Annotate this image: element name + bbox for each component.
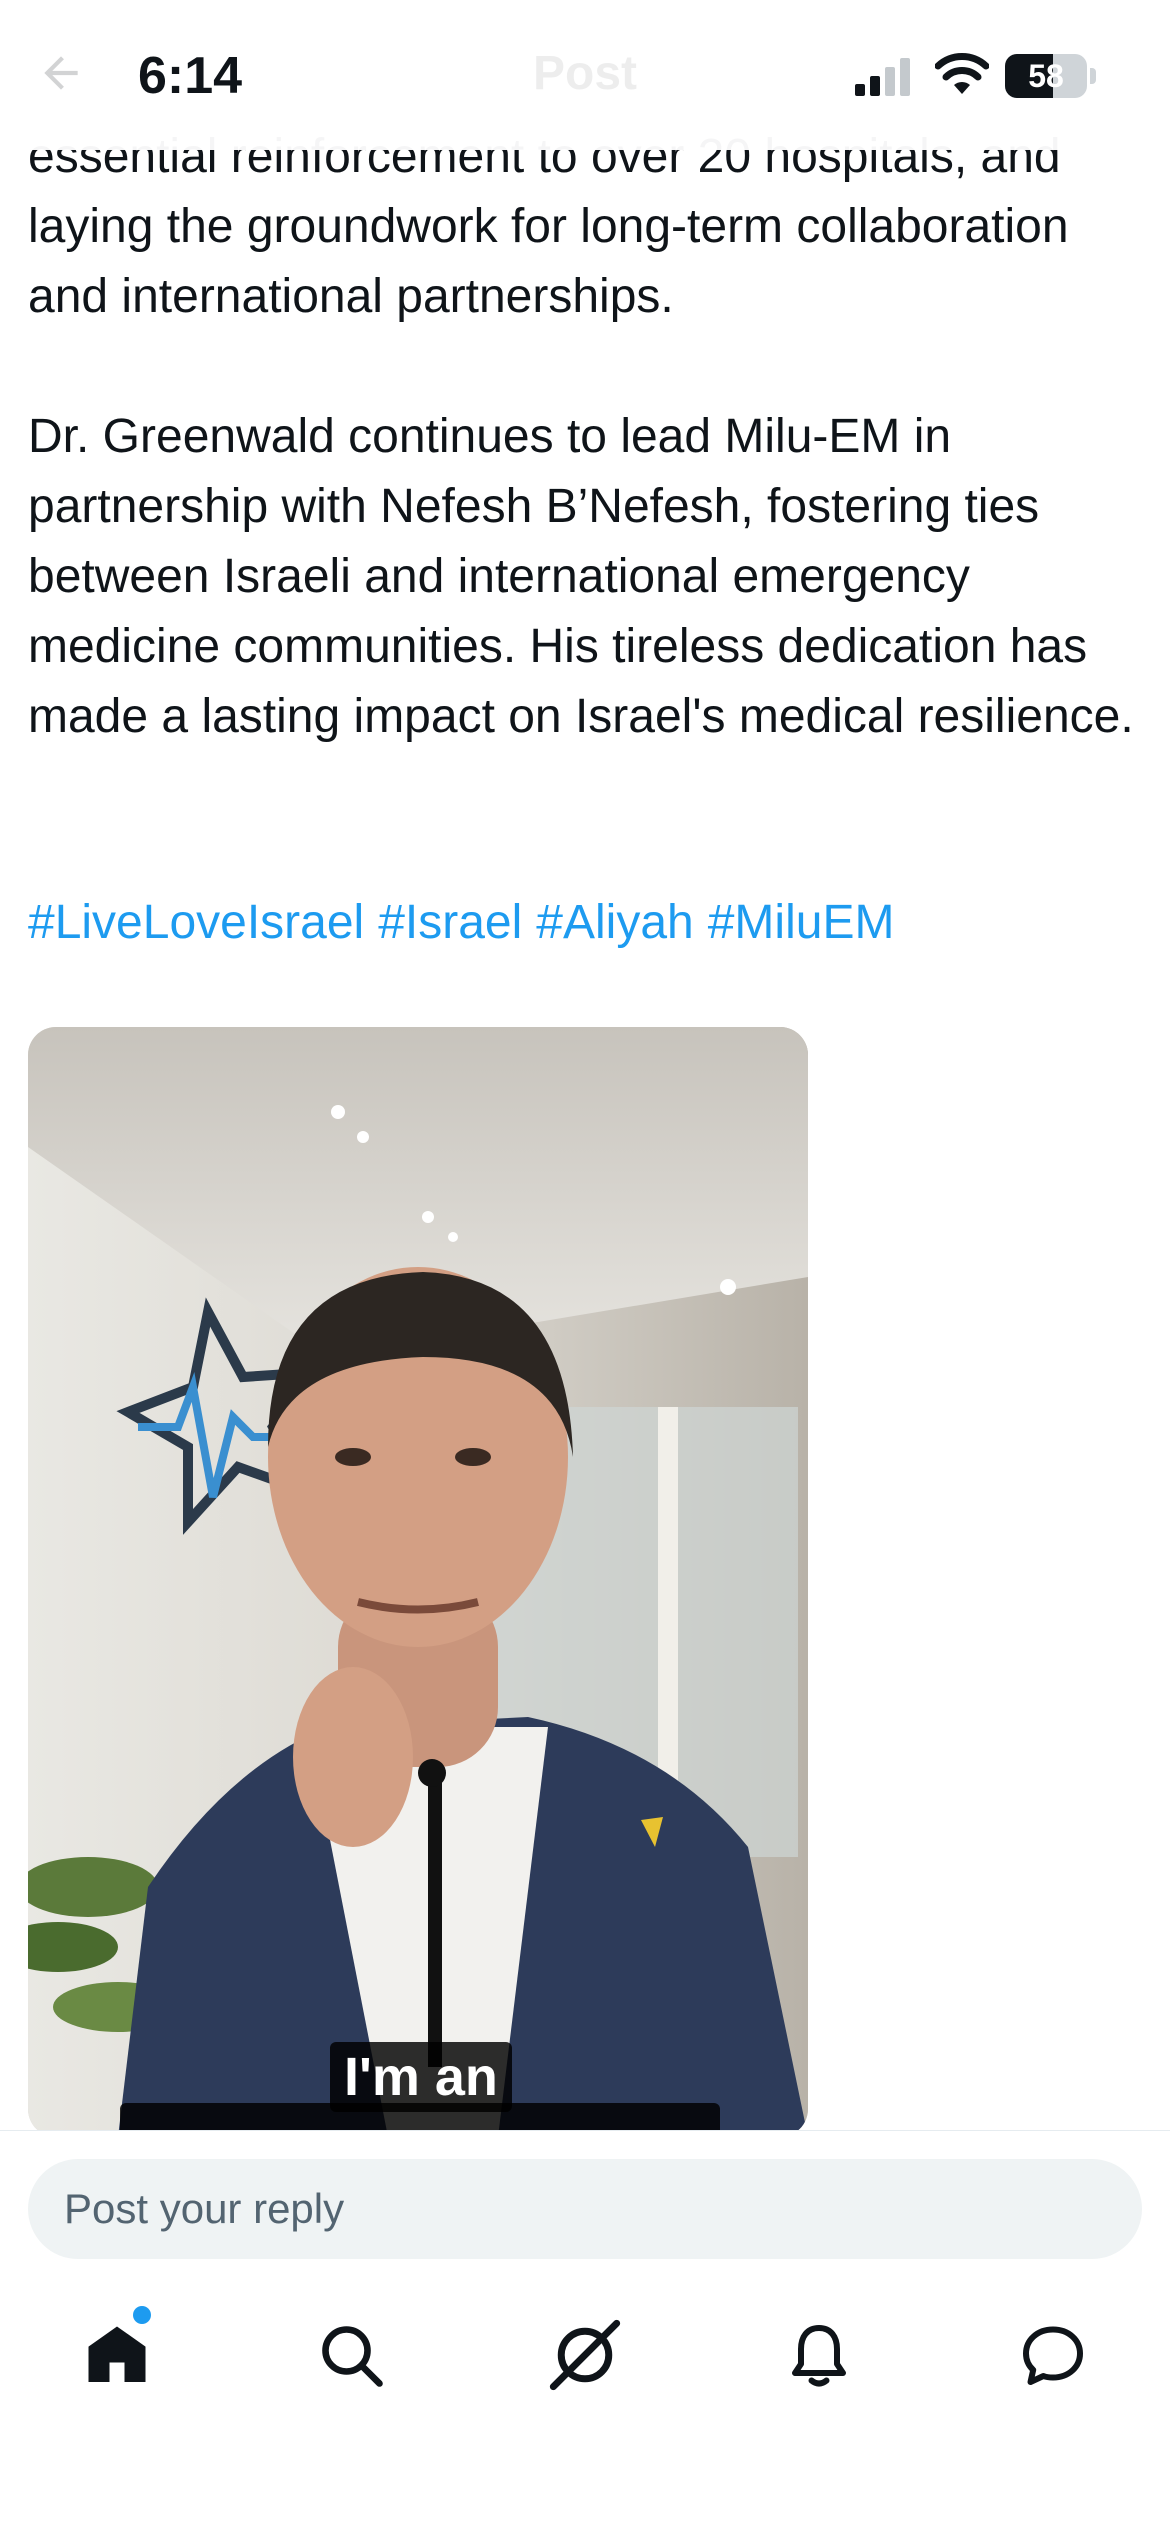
hashtag-link[interactable]: #MiluEM bbox=[708, 896, 895, 949]
reply-input[interactable] bbox=[28, 2159, 1142, 2259]
tab-home[interactable] bbox=[57, 2300, 177, 2410]
cellular-signal-icon bbox=[855, 58, 910, 96]
tab-search[interactable] bbox=[291, 2300, 411, 2410]
tab-grok[interactable] bbox=[525, 2300, 645, 2410]
grok-icon bbox=[549, 2319, 621, 2391]
hashtag-link[interactable]: #LiveLoveIsrael bbox=[28, 896, 364, 949]
post-paragraph: Dr. Greenwald continues to lead Milu-EM … bbox=[28, 410, 1134, 743]
wifi-icon bbox=[935, 53, 989, 94]
video-frame bbox=[28, 1027, 808, 2137]
search-icon bbox=[322, 2326, 383, 2387]
status-bar: Post 6:14 58 bbox=[0, 0, 1170, 150]
bell-icon bbox=[792, 2325, 846, 2387]
home-icon bbox=[88, 2326, 146, 2382]
tab-notifications[interactable] bbox=[759, 2300, 879, 2410]
video-caption: I'm an bbox=[330, 2042, 512, 2112]
post-body: essential reinforcement to over 20 hospi… bbox=[28, 122, 1148, 822]
hashtag-row: #LiveLoveIsrael #Israel #Aliyah #MiluEM bbox=[28, 888, 908, 958]
post-video[interactable]: I'm an bbox=[28, 1027, 808, 2137]
battery-icon: 58 bbox=[1005, 54, 1087, 98]
notification-dot bbox=[133, 2306, 151, 2324]
tab-messages[interactable] bbox=[993, 2300, 1113, 2410]
hashtag-link[interactable]: #Israel bbox=[378, 896, 522, 949]
battery-level: 58 bbox=[1028, 58, 1064, 94]
bottom-tab-bar bbox=[0, 2300, 1170, 2420]
status-time: 6:14 bbox=[138, 47, 243, 105]
post-paragraph: essential reinforcement to over 20 hospi… bbox=[28, 130, 1069, 323]
message-icon bbox=[1023, 2326, 1083, 2385]
hashtag-link[interactable]: #Aliyah bbox=[536, 896, 693, 949]
